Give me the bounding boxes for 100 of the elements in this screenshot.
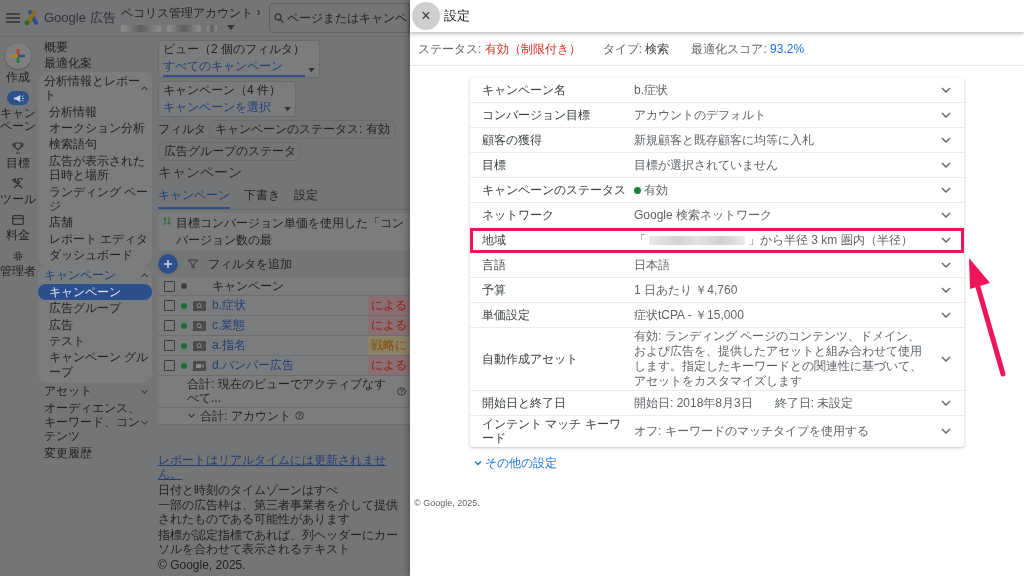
settings-row[interactable]: 予算 1 日あたり ￥4,760 — [470, 278, 964, 303]
setting-label: インテント マッチ キーワード — [482, 417, 622, 446]
status-label: タイプ: 検索 — [602, 41, 670, 58]
nav-section-header[interactable]: アセット — [38, 383, 152, 400]
tab[interactable]: キャンペーン — [158, 185, 230, 209]
logo-icon — [23, 10, 41, 26]
filter-chip[interactable]: 広告グループのステータ — [158, 142, 302, 161]
nav-item[interactable]: 検索語句 — [38, 136, 152, 153]
checkbox[interactable] — [164, 300, 175, 311]
settings-row[interactable]: 単価設定 症状tCPA - ￥15,000 — [470, 303, 964, 328]
help-icon[interactable] — [294, 411, 304, 421]
report-link[interactable]: レポートはリアルタイムには更新されません。 — [158, 452, 408, 482]
nav-item[interactable]: 広告 — [38, 316, 152, 334]
video-campaign-icon — [193, 360, 206, 371]
search-field[interactable]: ページまたはキャンペ — [269, 3, 410, 33]
nav-item[interactable]: 概要 — [38, 39, 152, 56]
settings-row[interactable]: 地域 「 」から半径 3 km 圏内（半径） — [470, 228, 964, 253]
copyright: © Google, 2025. — [414, 497, 481, 508]
nav-item[interactable]: 広告が表示された日時と場所 — [38, 152, 152, 184]
setting-value: b.症状 — [634, 82, 668, 98]
setting-label: 単価設定 — [482, 307, 531, 323]
page-title: キャンペーン — [158, 164, 243, 182]
status-tag: による — [368, 296, 410, 315]
nav-item[interactable]: キャンペーン — [38, 283, 152, 301]
status-tag: による — [368, 316, 410, 335]
nav-item[interactable]: ダッシュボード — [38, 247, 152, 264]
setting-label: 目標 — [482, 157, 507, 173]
create-button[interactable]: 作成 — [0, 43, 36, 85]
checkbox[interactable] — [164, 320, 175, 331]
nav-item[interactable]: 分析情報 — [38, 103, 152, 120]
setting-label: ネットワーク — [482, 207, 555, 223]
status-label: 最適化スコア: 93.2% — [691, 41, 805, 58]
nav-section-header[interactable]: オーディエンス、キーワード、コンテンツ — [38, 399, 152, 445]
nav-section-header[interactable]: 分析情報とレポート — [38, 72, 152, 104]
settings-row[interactable]: 自動作成アセット 有効: ランディング ページのコンテンツ、ドメイン、および広告を、提供したアセットと組み合わせて使用します。指定したキーワードとの関連性に基づいて、アセットをカスタマイズします — [470, 328, 964, 391]
settings-row[interactable]: 言語 日本語 — [470, 253, 964, 278]
nav-section-label: 分析情報とレポート — [44, 73, 140, 103]
trend-icon — [163, 216, 172, 226]
total-label: 合計: アカウント — [200, 408, 291, 424]
setting-value: 」から半径 3 km 圏内（半径） — [748, 232, 913, 248]
campaign-link[interactable]: a.指名 — [212, 337, 362, 354]
setting-value: 日本語 — [634, 257, 670, 273]
tab[interactable]: 設定 — [294, 185, 318, 209]
settings-row[interactable]: キャンペーンのステータス 有効 — [470, 178, 964, 203]
setting-value: 症状tCPA - ￥15,000 — [634, 307, 744, 323]
add-button[interactable] — [158, 254, 178, 274]
more-settings-link[interactable]: その他の設定 — [474, 454, 557, 472]
nav-item[interactable]: テスト — [38, 333, 152, 350]
nav-item[interactable]: 店舗 — [38, 214, 152, 231]
close-button[interactable]: × — [412, 2, 440, 30]
campaign-link[interactable]: d.バンパー広告 — [212, 357, 362, 374]
dropdown-caret-icon[interactable] — [226, 25, 235, 31]
plus-icon — [5, 43, 31, 69]
settings-row[interactable]: インテント マッチ キーワード オフ: キーワードのマッチタイプを使用する — [470, 416, 964, 447]
nav-item[interactable]: キャンペーン グループ — [38, 349, 152, 381]
nav-item[interactable]: レポート エディタ — [38, 230, 152, 248]
nav-item[interactable]: 変更履歴 — [38, 444, 152, 462]
setting-value: 新規顧客と既存顧客に均等に入札 — [634, 132, 814, 148]
setting-label: キャンペーン名 — [482, 82, 567, 98]
help-icon[interactable] — [397, 386, 406, 396]
rail-item[interactable]: ツール — [0, 176, 36, 206]
settings-row[interactable]: 開始日と終了日 開始日: 2018年8月3日 終了日: 未設定 — [470, 391, 964, 416]
filter-icon[interactable] — [188, 259, 198, 269]
selector-dropdown[interactable]: ビュー（2 個のフィルタ） すべてのキャンペーン — [158, 40, 320, 78]
rail-item[interactable]: 管理者 — [0, 249, 36, 279]
selector-value: すべてのキャンペーン — [163, 58, 305, 77]
settings-row[interactable]: ネットワーク Google 検索ネットワーク — [470, 203, 964, 228]
campaign-link[interactable]: b.症状 — [212, 297, 362, 314]
start-date: 開始日: 2018年8月3日 — [634, 395, 753, 411]
settings-row[interactable]: 目標 目標が選択されていません — [470, 153, 964, 178]
filter-chip[interactable]: キャンペーンのステータス: 有効 — [209, 120, 396, 139]
settings-row[interactable]: コンバージョン目標 アカウントのデフォルト — [470, 103, 964, 128]
checkbox[interactable] — [164, 360, 175, 371]
menu-icon[interactable] — [6, 13, 20, 23]
selector-dropdown[interactable]: キャンペーン（4 件） キャンペーンを選択 — [158, 81, 296, 117]
tab[interactable]: 下書き — [244, 185, 280, 209]
nav-item[interactable]: 広告グループ — [38, 300, 152, 317]
blurred-text — [206, 24, 217, 32]
rail-item[interactable]: 目標 — [0, 140, 36, 170]
rail-item[interactable]: 料金 — [0, 212, 36, 243]
checkbox[interactable] — [164, 340, 175, 351]
setting-value: 1 日あたり ￥4,760 — [634, 282, 738, 298]
nav-item[interactable]: ランディング ページ — [38, 183, 152, 215]
setting-label: 予算 — [482, 282, 507, 298]
settings-row[interactable]: キャンペーン名 b.症状 — [470, 78, 964, 103]
nav-item[interactable]: オークション分析 — [38, 119, 152, 137]
nav-section-header[interactable]: キャンペーン — [38, 267, 152, 284]
checkbox[interactable] — [164, 280, 175, 292]
footer-note: 指標が認定指標であれば、列ヘッダーにカーソルを合わせて表示されるテキスト — [158, 527, 399, 557]
settings-row[interactable]: 顧客の獲得 新規顧客と既存顧客に均等に入札 — [470, 128, 964, 153]
setting-label: 地域 — [482, 232, 507, 248]
rail-item[interactable]: キャンペーン — [0, 91, 36, 134]
setting-label: コンバージョン目標 — [482, 107, 591, 123]
nav-item[interactable]: 最適化案 — [38, 55, 152, 72]
account-name[interactable]: ペコリス管理アカウント — [120, 4, 253, 22]
campaign-link[interactable]: c.業態 — [212, 317, 362, 334]
setting-value: 目標が選択されていません — [634, 157, 778, 173]
add-filter-text[interactable]: フィルタを追加 — [208, 255, 292, 273]
blurred-text — [120, 24, 161, 32]
setting-value: オフ: キーワードのマッチタイプを使用する — [634, 423, 869, 439]
